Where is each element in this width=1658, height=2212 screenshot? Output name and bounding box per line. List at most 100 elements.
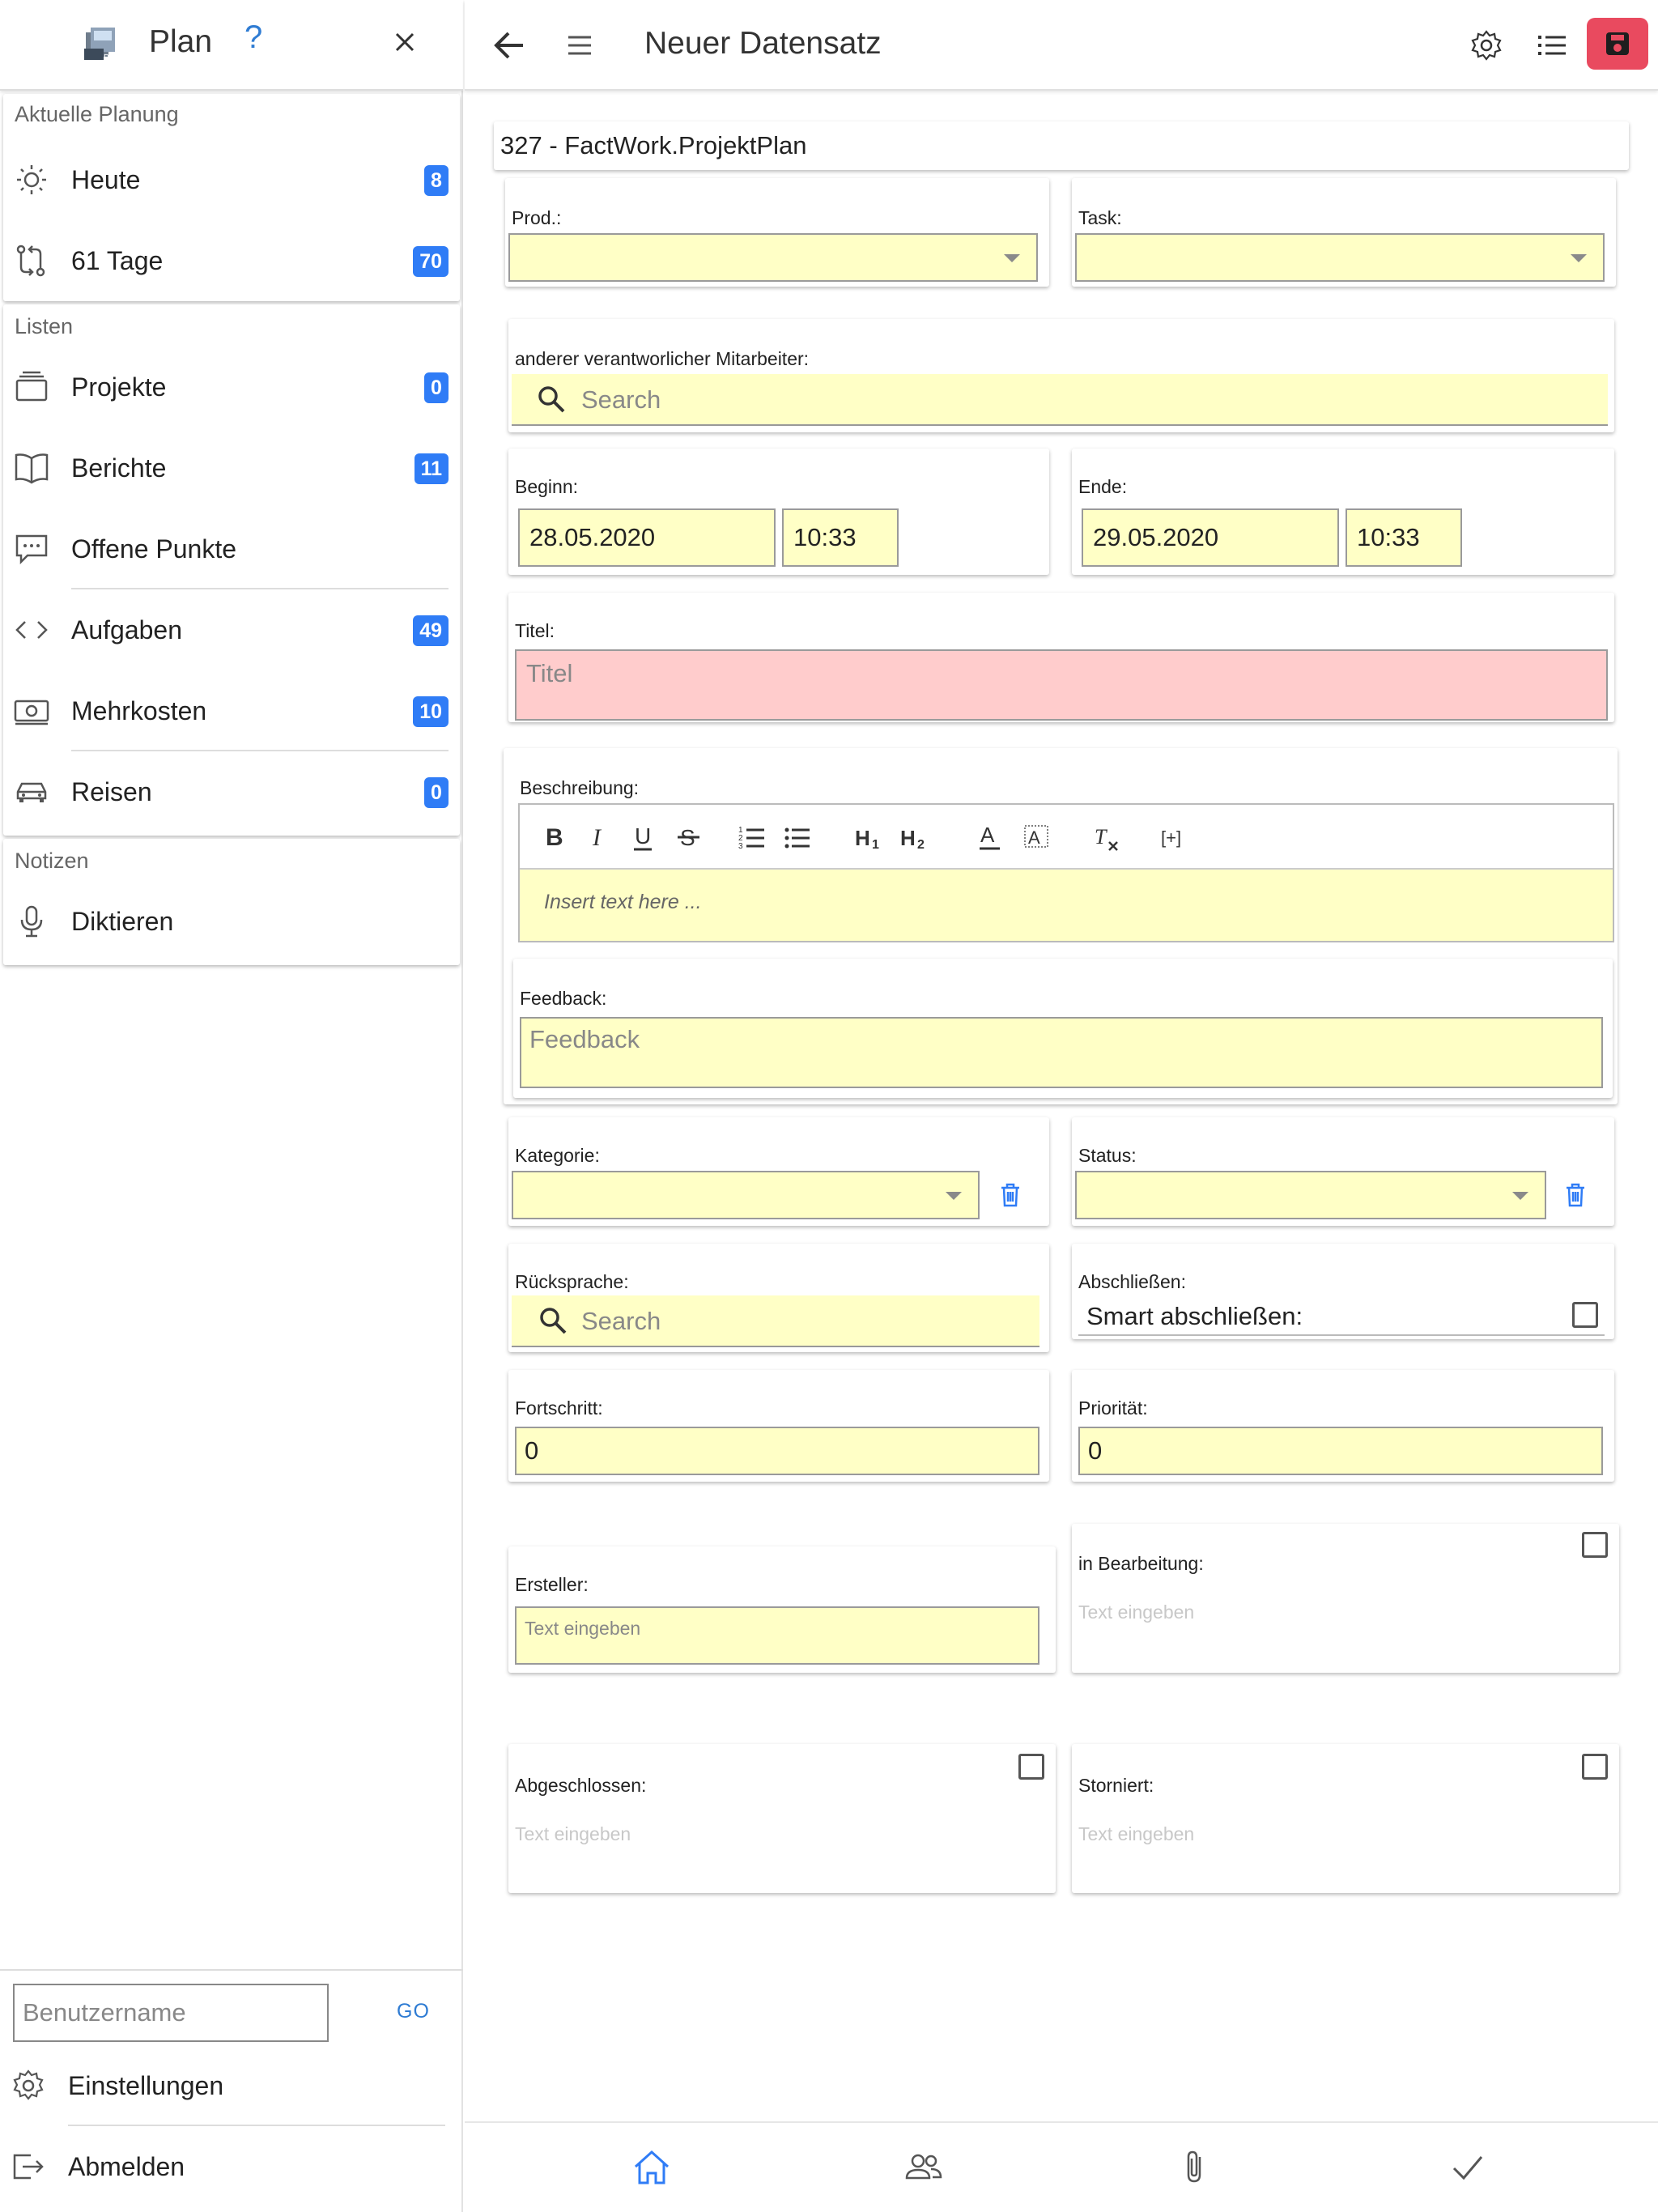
section-lists: Listen Projekte 0 Berichte 11 Offene Pun… — [3, 304, 460, 836]
description-editor-area[interactable]: Insert text here ... — [520, 870, 1613, 941]
settings-label: Einstellungen — [68, 2071, 224, 2100]
section-title: Listen — [15, 314, 74, 338]
abgeschlossen-label: Abgeschlossen: — [515, 1775, 647, 1796]
ende-date-input[interactable]: 29.05.2020 — [1082, 508, 1339, 567]
task-card: Task: — [1072, 178, 1616, 287]
abgeschlossen-text[interactable]: Text eingeben — [515, 1823, 631, 1845]
git-compare-icon — [16, 245, 45, 277]
in-bearbeitung-checkbox[interactable] — [1582, 1532, 1608, 1558]
svg-text:B: B — [546, 824, 563, 851]
section-current-planning: Aktuelle Planung Heute 8 61 Tage 70 — [3, 94, 460, 301]
mitarbeiter-search[interactable]: Search — [512, 374, 1608, 426]
sidebar-item-61-tage[interactable]: 61 Tage 70 — [3, 220, 460, 301]
bullet-list-icon[interactable] — [784, 823, 811, 852]
sidebar-item-berichte[interactable]: Berichte 11 — [3, 428, 460, 508]
titel-input[interactable]: Titel — [515, 649, 1608, 721]
save-button[interactable] — [1587, 18, 1648, 70]
status-select[interactable] — [1075, 1171, 1546, 1219]
feedback-card: Feedback: Feedback — [513, 959, 1613, 1098]
username-input[interactable] — [13, 1984, 329, 2042]
prioritaet-input[interactable]: 0 — [1078, 1427, 1603, 1475]
kategorie-select[interactable] — [512, 1171, 980, 1219]
beginn-date-input[interactable]: 28.05.2020 — [518, 508, 776, 567]
fortschritt-input[interactable]: 0 — [515, 1427, 1039, 1475]
abgeschlossen-checkbox[interactable] — [1018, 1754, 1044, 1780]
sidebar-item-mehrkosten[interactable]: Mehrkosten 10 — [3, 670, 460, 751]
top-app-bar: Neuer Datensatz — [465, 0, 1658, 91]
storniert-text[interactable]: Text eingeben — [1078, 1823, 1194, 1845]
ersteller-input[interactable]: Text eingeben — [515, 1606, 1039, 1665]
go-button[interactable]: GO — [397, 2000, 430, 2023]
heading-2-icon[interactable]: H2 — [900, 823, 933, 852]
insert-field-icon[interactable]: [+] — [1159, 823, 1192, 852]
count-badge: 0 — [424, 372, 449, 403]
sidebar: PP Plan ? Aktuelle Planung Heute 8 61 Ta… — [0, 0, 463, 2212]
beschreibung-feedback-card: Beschreibung: B I U S 123 H1 H2 A A T [+… — [504, 748, 1618, 1104]
sidebar-item-aufgaben[interactable]: Aufgaben 49 — [3, 589, 460, 670]
section-title: Aktuelle Planung — [15, 102, 179, 126]
checkmark-icon[interactable] — [1448, 2147, 1488, 2188]
in-bearbeitung-text[interactable]: Text eingeben — [1078, 1602, 1194, 1623]
trash-icon[interactable] — [999, 1182, 1022, 1208]
ruecksprache-card: Rücksprache: Search — [508, 1244, 1049, 1352]
strikethrough-icon[interactable]: S — [677, 823, 701, 852]
chat-bubble-icon — [15, 534, 48, 565]
beginn-time-input[interactable]: 10:33 — [782, 508, 899, 567]
text-color-icon[interactable]: A — [978, 823, 1002, 852]
italic-icon[interactable]: I — [588, 823, 612, 852]
ende-time-input[interactable]: 10:33 — [1346, 508, 1462, 567]
feedback-input[interactable]: Feedback — [520, 1017, 1603, 1088]
bold-icon[interactable]: B — [542, 823, 567, 852]
smart-abschliessen-checkbox[interactable] — [1572, 1302, 1598, 1328]
sidebar-footer: GO Einstellungen Abmelden — [0, 1969, 463, 2212]
task-label: Task: — [1078, 207, 1122, 228]
sidebar-item-offene-punkte[interactable]: Offene Punkte — [3, 508, 460, 589]
floppy-disk-icon — [1606, 32, 1629, 55]
settings-link[interactable]: Einstellungen — [0, 2045, 457, 2126]
rich-text-editor: B I U S 123 H1 H2 A A T [+] Insert text … — [518, 803, 1614, 942]
sidebar-item-reisen[interactable]: Reisen 0 — [3, 751, 460, 832]
prod-select[interactable] — [508, 233, 1038, 282]
storniert-checkbox[interactable] — [1582, 1754, 1608, 1780]
underline-icon[interactable]: U — [631, 823, 656, 852]
gear-icon[interactable] — [1470, 29, 1503, 62]
svg-text:T: T — [1095, 825, 1107, 849]
logout-label: Abmelden — [68, 2152, 185, 2181]
close-icon[interactable] — [392, 29, 418, 55]
heading-1-icon[interactable]: H1 — [855, 823, 887, 852]
record-header-card: 327 - FactWork.ProjektPlan — [494, 121, 1629, 170]
logout-icon — [13, 2154, 44, 2180]
help-icon[interactable]: ? — [244, 19, 262, 56]
divider — [1078, 1334, 1605, 1336]
sidebar-item-diktieren[interactable]: Diktieren — [3, 881, 460, 962]
ruecksprache-search[interactable]: Search — [512, 1295, 1039, 1347]
svg-text:1: 1 — [872, 838, 879, 852]
status-card: Status: — [1072, 1117, 1614, 1226]
trash-icon[interactable] — [1564, 1182, 1587, 1208]
gear-icon — [13, 2069, 44, 2100]
logout-link[interactable]: Abmelden — [0, 2126, 457, 2207]
sidebar-item-label: Offene Punkte — [71, 534, 236, 564]
section-notes: Notizen Diktieren — [3, 839, 460, 965]
prioritaet-card: Priorität: 0 — [1072, 1370, 1614, 1482]
count-badge: 0 — [424, 777, 449, 808]
app-logo-icon: PP — [84, 28, 115, 62]
highlight-color-icon[interactable]: A — [1023, 823, 1049, 852]
chevron-down-icon — [946, 1192, 962, 1200]
arrow-back-icon[interactable] — [492, 29, 526, 62]
page-title: Neuer Datensatz — [644, 26, 882, 61]
list-icon[interactable] — [1537, 32, 1567, 58]
paperclip-icon[interactable] — [1175, 2147, 1216, 2188]
people-icon[interactable] — [903, 2147, 944, 2188]
app-title: Plan — [149, 24, 213, 59]
search-icon — [538, 386, 565, 413]
clear-format-icon[interactable]: T — [1093, 823, 1120, 852]
sidebar-item-heute[interactable]: Heute 8 — [3, 139, 460, 220]
ordered-list-icon[interactable]: 123 — [738, 823, 766, 852]
task-select[interactable] — [1075, 233, 1605, 282]
hamburger-menu-icon[interactable] — [567, 34, 593, 57]
home-icon[interactable] — [631, 2147, 672, 2188]
sidebar-item-projekte[interactable]: Projekte 0 — [3, 347, 460, 428]
editor-toolbar: B I U S 123 H1 H2 A A T [+] — [520, 805, 1613, 870]
fortschritt-label: Fortschritt: — [515, 1397, 603, 1419]
